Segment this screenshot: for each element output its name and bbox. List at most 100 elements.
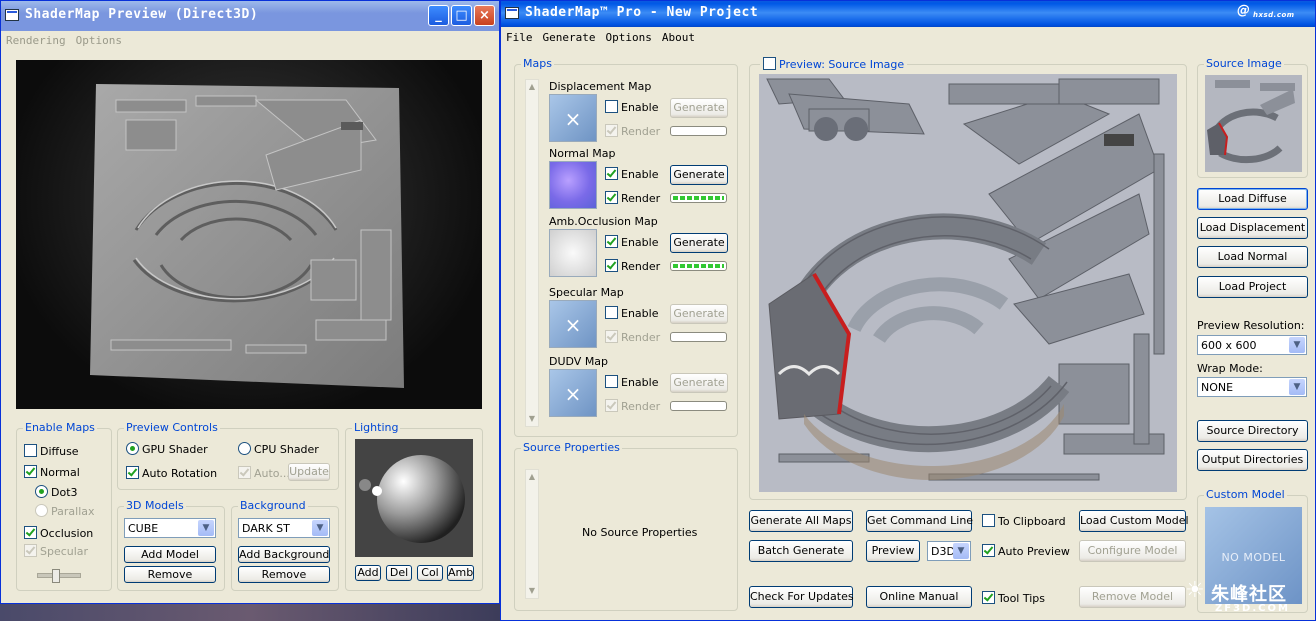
tool-tips-checkbox[interactable]: Tool Tips <box>982 591 1045 605</box>
to-clipboard-checkbox[interactable]: To Clipboard <box>982 514 1066 528</box>
auto-preview-checkbox[interactable]: Auto Preview <box>982 544 1070 558</box>
menu-generate[interactable]: Generate <box>538 28 601 47</box>
preview-resolution-select[interactable]: 600 x 600 ▼ <box>1197 335 1307 355</box>
dot3-radio[interactable]: Dot3 <box>35 485 78 499</box>
background-select[interactable]: DARK ST ▼ <box>238 518 330 538</box>
batch-generate-button[interactable]: Batch Generate <box>749 540 853 562</box>
menu-options[interactable]: Options <box>600 28 656 47</box>
parallax-radio[interactable]: Parallax <box>35 504 95 518</box>
diffuse-checkbox[interactable]: Diffuse <box>24 444 79 458</box>
load-displacement-button[interactable]: Load Displacement <box>1197 217 1308 239</box>
generate-all-maps-button[interactable]: Generate All Maps <box>749 510 853 532</box>
main-title-bar[interactable]: ShaderMap™ Pro - New Project @ hxsd.com <box>501 1 1315 27</box>
checkbox-box <box>605 191 618 204</box>
enable-label: Enable <box>621 307 659 320</box>
chevron-down-icon[interactable]: ▼ <box>1289 379 1305 395</box>
light-add-button[interactable]: Add <box>355 565 381 581</box>
map-enable-checkbox[interactable]: Enable <box>605 235 658 249</box>
map-enable-checkbox[interactable]: Enable <box>605 306 658 320</box>
maximize-icon[interactable]: □ <box>451 5 472 26</box>
menu-options[interactable]: Options <box>71 31 127 50</box>
chevron-down-icon[interactable]: ▼ <box>312 520 328 536</box>
chevron-down-icon[interactable]: ▼ <box>1289 337 1305 353</box>
map-render-checkbox[interactable]: Render <box>605 191 660 205</box>
scroll-up-icon[interactable]: ▲ <box>526 470 538 484</box>
light-col-button[interactable]: Col <box>417 565 443 581</box>
menu-about[interactable]: About <box>657 28 700 47</box>
light-del-button[interactable]: Del <box>386 565 412 581</box>
map-render-checkbox[interactable]: Render <box>605 124 660 138</box>
occlusion-checkbox[interactable]: Occlusion <box>24 526 93 540</box>
specular-checkbox[interactable]: Specular <box>24 544 88 558</box>
source-image-thumbnail[interactable] <box>1205 75 1302 172</box>
chevron-down-icon[interactable]: ▼ <box>953 543 969 559</box>
update-button[interactable]: Update <box>288 463 330 481</box>
scroll-down-icon[interactable]: ▼ <box>526 412 538 426</box>
renderer-select[interactable]: D3D ▼ <box>927 541 971 561</box>
3d-models-group: 3D Models CUBE ▼ Add Model Remove <box>117 499 225 591</box>
maps-scrollbar[interactable]: ▲ ▼ <box>525 79 539 427</box>
specular-slider[interactable] <box>37 569 81 583</box>
menu-file[interactable]: File <box>501 28 538 47</box>
cpu-shader-radio[interactable]: CPU Shader <box>238 442 319 456</box>
load-diffuse-button[interactable]: Load Diffuse <box>1197 188 1308 210</box>
model-select[interactable]: CUBE ▼ <box>124 518 216 538</box>
slider-thumb[interactable] <box>52 569 60 583</box>
add-model-button[interactable]: Add Model <box>124 546 216 563</box>
background-value: DARK ST <box>242 522 290 535</box>
remove-model-button[interactable]: Remove <box>124 566 216 583</box>
check-for-updates-button[interactable]: Check For Updates <box>749 586 854 608</box>
source-properties-legend: Source Properties <box>521 441 622 454</box>
checkbox-box <box>24 465 37 478</box>
source-directory-button[interactable]: Source Directory <box>1197 420 1308 442</box>
remove-model-button[interactable]: Remove Model <box>1079 586 1186 608</box>
menu-rendering[interactable]: Rendering <box>1 31 71 50</box>
load-normal-button[interactable]: Load Normal <box>1197 246 1308 268</box>
map-name: DUDV Map <box>549 355 609 368</box>
lighting-sphere-preview[interactable] <box>355 439 473 557</box>
map-generate-button[interactable]: Generate <box>670 233 728 253</box>
chevron-down-icon[interactable]: ▼ <box>198 520 214 536</box>
render-label: Render <box>621 192 661 205</box>
load-custom-model-button[interactable]: Load Custom Model <box>1079 510 1189 532</box>
scroll-down-icon[interactable]: ▼ <box>526 584 538 598</box>
online-manual-button[interactable]: Online Manual <box>866 586 972 608</box>
get-command-line-button[interactable]: Get Command Line <box>866 510 973 532</box>
add-background-button[interactable]: Add Background <box>238 546 330 563</box>
preview-source-checkbox[interactable]: Preview: Source Image <box>760 57 908 71</box>
auto-rotation-checkbox[interactable]: Auto Rotation <box>126 466 217 480</box>
normal-checkbox[interactable]: Normal <box>24 465 80 479</box>
3d-viewport[interactable] <box>16 60 482 409</box>
preview-button[interactable]: Preview <box>866 540 920 562</box>
map-generate-button[interactable]: Generate <box>670 373 728 393</box>
enable-label: Enable <box>621 236 659 249</box>
radio-dot <box>126 442 139 455</box>
map-render-checkbox[interactable]: Render <box>605 259 660 273</box>
map-enable-checkbox[interactable]: Enable <box>605 375 658 389</box>
auto-checkbox[interactable]: Auto... <box>238 466 290 480</box>
no-model-text: NO MODEL <box>1221 551 1286 564</box>
properties-scrollbar[interactable]: ▲ ▼ <box>525 469 539 599</box>
load-project-button[interactable]: Load Project <box>1197 276 1308 298</box>
map-generate-button[interactable]: Generate <box>670 98 728 118</box>
minimize-icon[interactable]: _ <box>428 5 449 26</box>
light-amb-button[interactable]: Amb <box>447 565 474 581</box>
output-directories-button[interactable]: Output Directories <box>1197 449 1308 471</box>
zf3d-watermark-logo: ☀ 朱峰社区 ZF3D.COM <box>1185 578 1290 614</box>
preview-title-bar[interactable]: ShaderMap Preview (Direct3D) _ □ × <box>1 1 499 31</box>
wrap-mode-select[interactable]: NONE ▼ <box>1197 377 1307 397</box>
wrap-mode-label: Wrap Mode: <box>1197 362 1263 375</box>
source-image-preview[interactable] <box>759 74 1177 492</box>
render-label: Render <box>621 260 661 273</box>
map-generate-button[interactable]: Generate <box>670 165 728 185</box>
scroll-up-icon[interactable]: ▲ <box>526 80 538 94</box>
gpu-shader-radio[interactable]: GPU Shader <box>126 442 208 456</box>
remove-background-button[interactable]: Remove <box>238 566 330 583</box>
map-enable-checkbox[interactable]: Enable <box>605 100 658 114</box>
map-enable-checkbox[interactable]: Enable <box>605 167 658 181</box>
configure-model-button[interactable]: Configure Model <box>1079 540 1186 562</box>
map-generate-button[interactable]: Generate <box>670 304 728 324</box>
map-render-checkbox[interactable]: Render <box>605 330 660 344</box>
close-icon[interactable]: × <box>474 5 495 26</box>
map-render-checkbox[interactable]: Render <box>605 399 660 413</box>
